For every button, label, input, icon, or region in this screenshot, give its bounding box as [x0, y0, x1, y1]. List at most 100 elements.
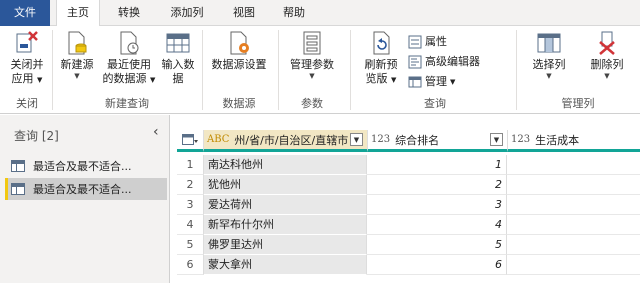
properties-button[interactable]: 属性 [408, 34, 447, 50]
cell-rank[interactable]: 6 [367, 255, 507, 275]
ribbon: 关闭并 应用 ▼ 关闭 新建源 ▼ 最近使用 的数据源 ▼ 输入数 据 新建查询… [0, 26, 640, 114]
cell-cost[interactable] [507, 255, 640, 275]
manage-parameters-label: 管理参数 [290, 58, 334, 71]
recent-sources-button[interactable]: 最近使用 的数据源 ▼ [102, 30, 156, 87]
column-header-state[interactable]: ABC 州/省/市/自治区/直辖市 ▼ [204, 130, 367, 152]
column-header-label: 综合排名 [395, 133, 440, 147]
choose-columns-label: 选择列 [532, 58, 566, 71]
ribbon-divider [52, 30, 53, 110]
cell-cost[interactable] [507, 155, 640, 175]
number-type-icon: 123 [511, 134, 531, 145]
ribbon-divider [350, 30, 351, 110]
close-apply-label2: 应用 [11, 72, 34, 85]
table-row: 6 蒙大拿州 6 [177, 255, 640, 275]
advanced-editor-button[interactable]: 高级编辑器 [408, 54, 480, 70]
row-number: 1 [177, 155, 204, 175]
column-filter-dropdown[interactable]: ▼ [490, 133, 503, 146]
advanced-editor-icon [408, 55, 422, 69]
cell-state[interactable]: 爱达荷州 [204, 195, 367, 215]
new-source-button[interactable]: 新建源 ▼ [56, 30, 98, 80]
chevron-down-icon: ▼ [74, 72, 80, 80]
chevron-down-icon: ▼ [546, 72, 552, 80]
ribbon-divider [278, 30, 279, 110]
parameters-icon [303, 31, 321, 55]
column-header-cost[interactable]: 123 生活成本 [507, 130, 640, 152]
cell-rank[interactable]: 3 [367, 195, 507, 215]
refresh-icon [373, 31, 390, 55]
group-label-query: 查询 [424, 97, 446, 110]
query-item-label: 最适合及最不适合... [33, 183, 132, 196]
manage-button[interactable]: 管理 ▼ [408, 74, 455, 90]
tab-transform[interactable]: 转换 [106, 0, 152, 26]
cell-state[interactable]: 新罕布什尔州 [204, 215, 367, 235]
cell-cost[interactable] [507, 175, 640, 195]
enter-data-label2: 据 [172, 72, 184, 85]
query-item-selected[interactable]: 最适合及最不适合... [5, 178, 167, 200]
recent-sources-icon [120, 31, 139, 55]
remove-columns-label: 删除列 [590, 58, 624, 71]
tab-help[interactable]: 帮助 [274, 0, 314, 26]
ribbon-tabbar: 文件 主页 转换 添加列 视图 帮助 [0, 0, 640, 27]
row-number: 3 [177, 195, 204, 215]
group-label-manage-columns: 管理列 [561, 97, 595, 110]
data-source-settings-button[interactable]: 数据源设置 [206, 30, 272, 72]
queries-pane-title: 查询 [2] [14, 129, 59, 143]
remove-columns-icon [599, 31, 615, 55]
cell-cost[interactable] [507, 235, 640, 255]
group-label-close: 关闭 [16, 97, 38, 110]
cell-rank[interactable]: 1 [367, 155, 507, 175]
collapse-pane-icon[interactable]: ‹ [153, 124, 159, 140]
close-apply-label1: 关闭并 [10, 58, 44, 71]
text-type-icon: ABC [207, 134, 230, 145]
row-number: 2 [177, 175, 204, 195]
group-label-parameters: 参数 [301, 97, 323, 110]
data-grid: ABC 州/省/市/自治区/直辖市 ▼ 123 综合排名 ▼ 123 生活成本 … [177, 130, 640, 283]
enter-data-button[interactable]: 输入数 据 [158, 30, 198, 86]
manage-label: 管理 [425, 75, 447, 88]
cell-cost[interactable] [507, 215, 640, 235]
enter-data-label1: 输入数 [161, 58, 195, 71]
table-row: 5 佛罗里达州 5 [177, 235, 640, 255]
new-source-label: 新建源 [60, 58, 94, 71]
remove-columns-button[interactable]: 删除列 ▼ [584, 30, 630, 80]
query-item[interactable]: 最适合及最不适合... [5, 155, 167, 177]
data-source-settings-label: 数据源设置 [211, 58, 267, 71]
table-row: 2 犹他州 2 [177, 175, 640, 195]
close-apply-button[interactable]: 关闭并 应用 ▼ [6, 30, 48, 87]
refresh-preview-button[interactable]: 刷新预 览版 ▼ [360, 30, 402, 87]
column-header-rank[interactable]: 123 综合排名 ▼ [367, 130, 507, 152]
recent-sources-label2: 的数据源 [102, 72, 147, 85]
cell-cost[interactable] [507, 195, 640, 215]
tab-add-column[interactable]: 添加列 [162, 0, 212, 26]
tab-file[interactable]: 文件 [0, 0, 50, 26]
row-number: 6 [177, 255, 204, 275]
tab-home[interactable]: 主页 [56, 0, 100, 27]
table-icon [182, 133, 198, 145]
table-icon [166, 33, 190, 53]
tab-view[interactable]: 视图 [222, 0, 266, 26]
chevron-down-icon: ▼ [391, 76, 397, 84]
refresh-preview-label2: 览版 [365, 72, 388, 85]
advanced-editor-label: 高级编辑器 [425, 55, 480, 68]
table-row: 3 爱达荷州 3 [177, 195, 640, 215]
column-filter-dropdown[interactable]: ▼ [350, 133, 363, 146]
table-icon [11, 183, 25, 195]
chevron-down-icon: ▼ [450, 78, 456, 86]
refresh-preview-label1: 刷新预 [364, 58, 398, 71]
table-menu-button[interactable] [177, 130, 204, 152]
cell-rank[interactable]: 4 [367, 215, 507, 235]
cell-state[interactable]: 佛罗里达州 [204, 235, 367, 255]
table-row: 1 南达科他州 1 [177, 155, 640, 175]
cell-state[interactable]: 蒙大拿州 [204, 255, 367, 275]
cell-rank[interactable]: 2 [367, 175, 507, 195]
choose-columns-button[interactable]: 选择列 ▼ [526, 30, 572, 80]
cell-state[interactable]: 南达科他州 [204, 155, 367, 175]
manage-parameters-button[interactable]: 管理参数 ▼ [284, 30, 340, 80]
cell-state[interactable]: 犹他州 [204, 175, 367, 195]
ribbon-divider [202, 30, 203, 110]
choose-columns-icon [537, 33, 561, 53]
data-source-settings-icon [230, 31, 249, 55]
chevron-down-icon: ▼ [150, 76, 156, 84]
cell-rank[interactable]: 5 [367, 235, 507, 255]
queries-pane: 查询 [2] ‹ 最适合及最不适合... 最适合及最不适合... [0, 115, 170, 283]
